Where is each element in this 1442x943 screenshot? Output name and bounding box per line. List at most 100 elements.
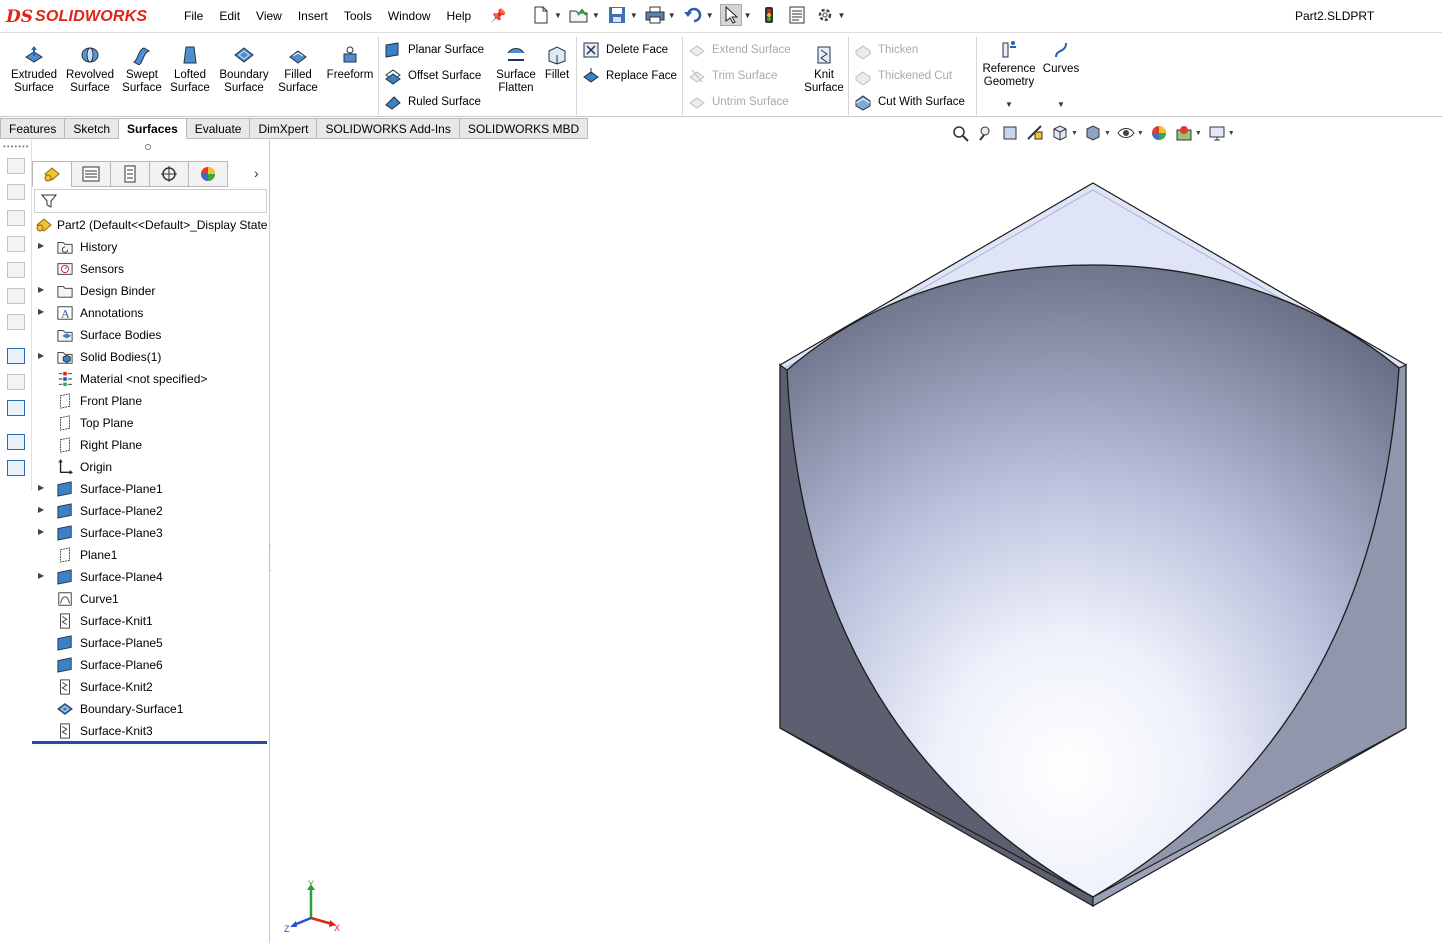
menu-view[interactable]: View (248, 9, 290, 23)
display-icon[interactable] (7, 400, 25, 416)
tree-item-plane1[interactable]: Plane1 (32, 544, 270, 566)
chevron-down-icon[interactable]: ▼ (1228, 130, 1235, 137)
tab-features[interactable]: Features (0, 118, 66, 139)
thicken-button[interactable]: Thicken (854, 38, 918, 62)
panel-grip-icon[interactable] (145, 144, 151, 150)
menu-edit[interactable]: Edit (211, 9, 248, 23)
graphics-area[interactable]: ▼ ▼ ▼ ▼ ▼ (271, 125, 1442, 943)
tab-solidworks-mbd[interactable]: SOLIDWORKS MBD (459, 118, 589, 139)
tab-configuration-manager[interactable] (110, 161, 150, 187)
view-orientation-icon[interactable] (7, 158, 25, 174)
reference-geometry-button[interactable]: Reference Geometry (980, 39, 1038, 89)
revolved-surface-button[interactable]: Revolved Surface (64, 45, 116, 95)
chevron-down-icon[interactable]: ▼ (1005, 100, 1013, 109)
chevron-down-icon[interactable]: ▼ (1071, 130, 1078, 137)
chevron-right-icon[interactable]: ▶ (38, 505, 44, 514)
trim-surface-button[interactable]: Trim Surface (688, 64, 777, 88)
tree-item-right-plane[interactable]: Right Plane (32, 434, 270, 456)
view-settings-monitor-icon[interactable] (1207, 123, 1227, 143)
view-dimetric-icon[interactable] (7, 314, 25, 330)
fillet-button[interactable]: Fillet (540, 45, 574, 82)
tab-surfaces[interactable]: Surfaces (119, 118, 187, 139)
rebuild-traffic-light-icon[interactable] (758, 4, 780, 26)
filled-surface-button[interactable]: Filled Surface (276, 45, 320, 95)
delete-face-button[interactable]: Delete Face (582, 38, 668, 62)
tree-item-annotations[interactable]: ▶ A Annotations (32, 302, 270, 324)
tab-display-manager[interactable] (188, 161, 228, 187)
tree-item-design-binder[interactable]: ▶ Design Binder (32, 280, 270, 302)
chevron-right-icon[interactable]: ▶ (38, 527, 44, 536)
swept-surface-button[interactable]: Swept Surface (120, 45, 164, 95)
chevron-right-icon[interactable]: ▶ (38, 571, 44, 580)
tree-root-part[interactable]: Part2 (Default<<Default>_Display State (32, 214, 270, 236)
tree-item-origin[interactable]: Origin (32, 456, 270, 478)
chevron-down-icon[interactable]: ▼ (1057, 100, 1065, 109)
chevron-down-icon[interactable]: ▼ (668, 11, 676, 20)
section-view-icon[interactable] (1025, 123, 1045, 143)
chevron-down-icon[interactable]: ▼ (706, 11, 714, 20)
tree-filter-input[interactable] (34, 189, 267, 213)
extend-surface-button[interactable]: Extend Surface (688, 38, 791, 62)
chevron-down-icon[interactable]: ▼ (744, 11, 752, 20)
tree-item-curve1[interactable]: Curve1 (32, 588, 270, 610)
hide-show-items-icon[interactable] (1116, 123, 1136, 143)
sketch-tool-icon[interactable] (7, 374, 25, 390)
ruled-surface-button[interactable]: Ruled Surface (384, 90, 481, 114)
view-trimetric-icon[interactable] (7, 288, 25, 304)
zoom-to-fit-icon[interactable] (950, 123, 970, 143)
curves-button[interactable]: Curves (1040, 39, 1082, 76)
tree-item-top-plane[interactable]: Top Plane (32, 412, 270, 434)
chevron-right-icon[interactable]: ▶ (38, 483, 44, 492)
view-right-icon[interactable] (7, 236, 25, 252)
planar-surface-button[interactable]: Planar Surface (384, 38, 484, 62)
view-front-icon[interactable] (7, 184, 25, 200)
tree-item-history[interactable]: ▶ History (32, 236, 270, 258)
chevron-down-icon[interactable]: ▼ (554, 11, 562, 20)
tree-item-solid-bodies-1[interactable]: ▶ Solid Bodies(1) (32, 346, 270, 368)
chevron-down-icon[interactable]: ▼ (1195, 130, 1202, 137)
select-cursor-icon[interactable] (719, 4, 742, 26)
chevron-right-icon[interactable]: ▶ (38, 351, 44, 360)
tree-item-surface-plane2[interactable]: ▶ Surface-Plane2 (32, 500, 270, 522)
undo-icon[interactable] (682, 4, 704, 26)
tree-item-boundary-surface1[interactable]: Boundary-Surface1 (32, 698, 270, 720)
tab-solidworks-add-ins[interactable]: SOLIDWORKS Add-Ins (317, 118, 460, 139)
solidworks-logo[interactable]: DS SOLIDWORKS (6, 2, 156, 31)
replace-face-button[interactable]: Replace Face (582, 64, 677, 88)
options-gear-icon[interactable] (814, 4, 836, 26)
tree-item-surface-plane3[interactable]: ▶ Surface-Plane3 (32, 522, 270, 544)
open-folder-icon[interactable] (568, 4, 590, 26)
chevron-right-icon[interactable]: ▶ (38, 241, 44, 250)
copy-icon[interactable] (7, 434, 25, 450)
tree-item-surface-knit1[interactable]: Surface-Knit1 (32, 610, 270, 632)
zoom-to-area-icon[interactable] (975, 123, 995, 143)
tree-item-material-not-specified[interactable]: Material <not specified> (32, 368, 270, 390)
edit-appearance-icon[interactable] (1149, 123, 1169, 143)
view-isometric-icon[interactable] (7, 262, 25, 278)
tab-evaluate[interactable]: Evaluate (186, 118, 251, 139)
tree-item-surface-knit3[interactable]: Surface-Knit3 (32, 720, 270, 742)
save-icon[interactable] (606, 4, 628, 26)
cut-with-surface-button[interactable]: Cut With Surface (854, 90, 965, 114)
tab-sketch[interactable]: Sketch (65, 118, 120, 139)
tab-dimxpert-manager[interactable] (149, 161, 189, 187)
tab-property-manager[interactable] (71, 161, 111, 187)
new-document-icon[interactable] (530, 4, 552, 26)
tree-item-surface-plane4[interactable]: ▶ Surface-Plane4 (32, 566, 270, 588)
freeform-button[interactable]: Freeform (324, 45, 376, 82)
print-icon[interactable] (644, 4, 666, 26)
file-properties-icon[interactable] (786, 4, 808, 26)
chevron-down-icon[interactable]: ▼ (630, 11, 638, 20)
view-orientation-cube-icon[interactable] (1050, 123, 1070, 143)
chevron-down-icon[interactable]: ▼ (1137, 130, 1144, 137)
previous-view-icon[interactable] (1000, 123, 1020, 143)
lofted-surface-button[interactable]: Lofted Surface (168, 45, 212, 95)
chevron-down-icon[interactable]: ▼ (1104, 130, 1111, 137)
chevron-down-icon[interactable]: ▼ (592, 11, 600, 20)
normal-to-icon[interactable] (7, 348, 25, 364)
tree-item-front-plane[interactable]: Front Plane (32, 390, 270, 412)
menu-insert[interactable]: Insert (290, 9, 336, 23)
chevron-right-icon[interactable]: ▶ (38, 285, 44, 294)
rollback-bar[interactable] (32, 741, 267, 744)
chevron-down-icon[interactable]: ▼ (838, 11, 846, 20)
